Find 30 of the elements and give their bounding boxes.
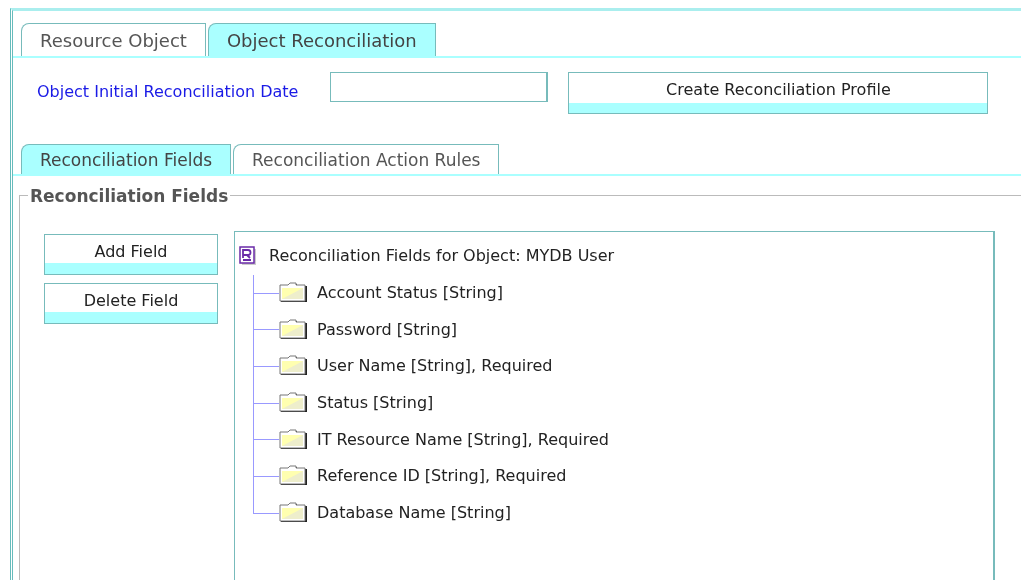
tree-item[interactable]: Account Status [String] [317, 281, 503, 306]
folder-icon [279, 318, 309, 341]
tree-line [253, 384, 279, 422]
tree-line [253, 311, 279, 349]
tree-item[interactable]: Password [String] [317, 317, 458, 342]
folder-icon [279, 392, 309, 415]
folder-icon [279, 282, 309, 305]
tree-item[interactable]: Status [String] [317, 391, 434, 416]
tree-root[interactable]: Reconciliation Fields for Object: MYDB User [269, 244, 615, 269]
tree-item[interactable]: IT Resource Name [String], Required [317, 427, 609, 452]
tree-item[interactable]: User Name [String], Required [317, 354, 553, 379]
field-label: Object Initial Reconciliation Date [37, 81, 299, 103]
tree-line [253, 348, 279, 386]
folder-icon [279, 355, 309, 378]
tree-item[interactable]: Reference ID [String], Required [317, 464, 567, 489]
folder-icon [279, 428, 309, 451]
date-field[interactable] [330, 72, 549, 102]
tab[interactable]: Reconciliation Action Rules [233, 143, 500, 174]
tree-line [253, 421, 279, 459]
folder-icon [279, 465, 309, 488]
create-profile-button[interactable]: Create Reconciliation Profile [568, 72, 989, 114]
field-button[interactable]: Delete Field [44, 283, 218, 324]
document-icon [239, 246, 257, 267]
tab[interactable]: Reconciliation Fields [21, 143, 232, 174]
folder-icon [279, 502, 309, 525]
field-button[interactable]: Add Field [44, 234, 218, 275]
tab[interactable]: Object Reconciliation [207, 23, 436, 56]
tree-line [253, 274, 279, 312]
tree-item[interactable]: Database Name [String] [317, 501, 511, 526]
tab[interactable]: Resource Object [21, 23, 206, 56]
